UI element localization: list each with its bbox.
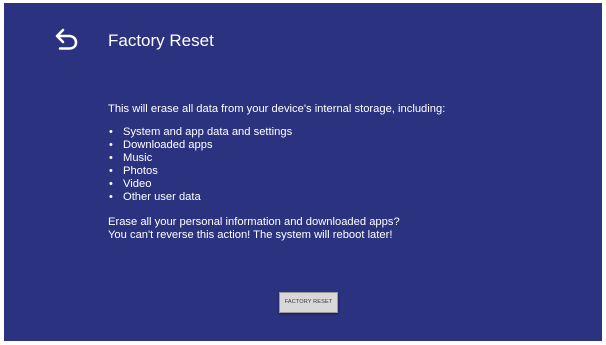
page-title: Factory Reset [108,31,214,50]
header: Factory Reset [4,3,602,83]
warning-text: Erase all your personal information and … [108,216,578,242]
list-item: • Video [108,178,578,191]
bullet-icon: • [109,139,113,151]
bullet-icon: • [109,152,113,164]
list-item: • Other user data [108,191,578,204]
list-item-label: Photos [123,165,158,177]
list-item-label: Music [123,152,153,164]
back-arrow-icon [54,27,80,51]
factory-reset-button[interactable]: FACTORY RESET [279,292,338,313]
list-item-label: Downloaded apps [123,139,213,151]
warning-notice: You can't reverse this action! The syste… [108,229,393,241]
list-item: • System and app data and settings [108,126,578,139]
bullet-icon: • [109,165,113,177]
bullet-icon: • [109,126,113,138]
factory-reset-screen: Factory Reset This will erase all data f… [4,3,602,341]
list-item-label: Video [123,178,152,190]
intro-text: This will erase all data from your devic… [108,103,446,115]
bullet-icon: • [109,191,113,203]
list-item-label: System and app data and settings [123,126,293,138]
list-item: • Downloaded apps [108,139,578,152]
reset-description: This will erase all data from your devic… [108,103,578,242]
list-item-label: Other user data [123,191,201,203]
list-item: • Photos [108,165,578,178]
back-button[interactable] [54,27,80,51]
warning-question: Erase all your personal information and … [108,216,400,228]
erased-data-list: • System and app data and settings • Downl… [108,126,578,204]
list-item: • Music [108,152,578,165]
bullet-icon: • [109,178,113,190]
